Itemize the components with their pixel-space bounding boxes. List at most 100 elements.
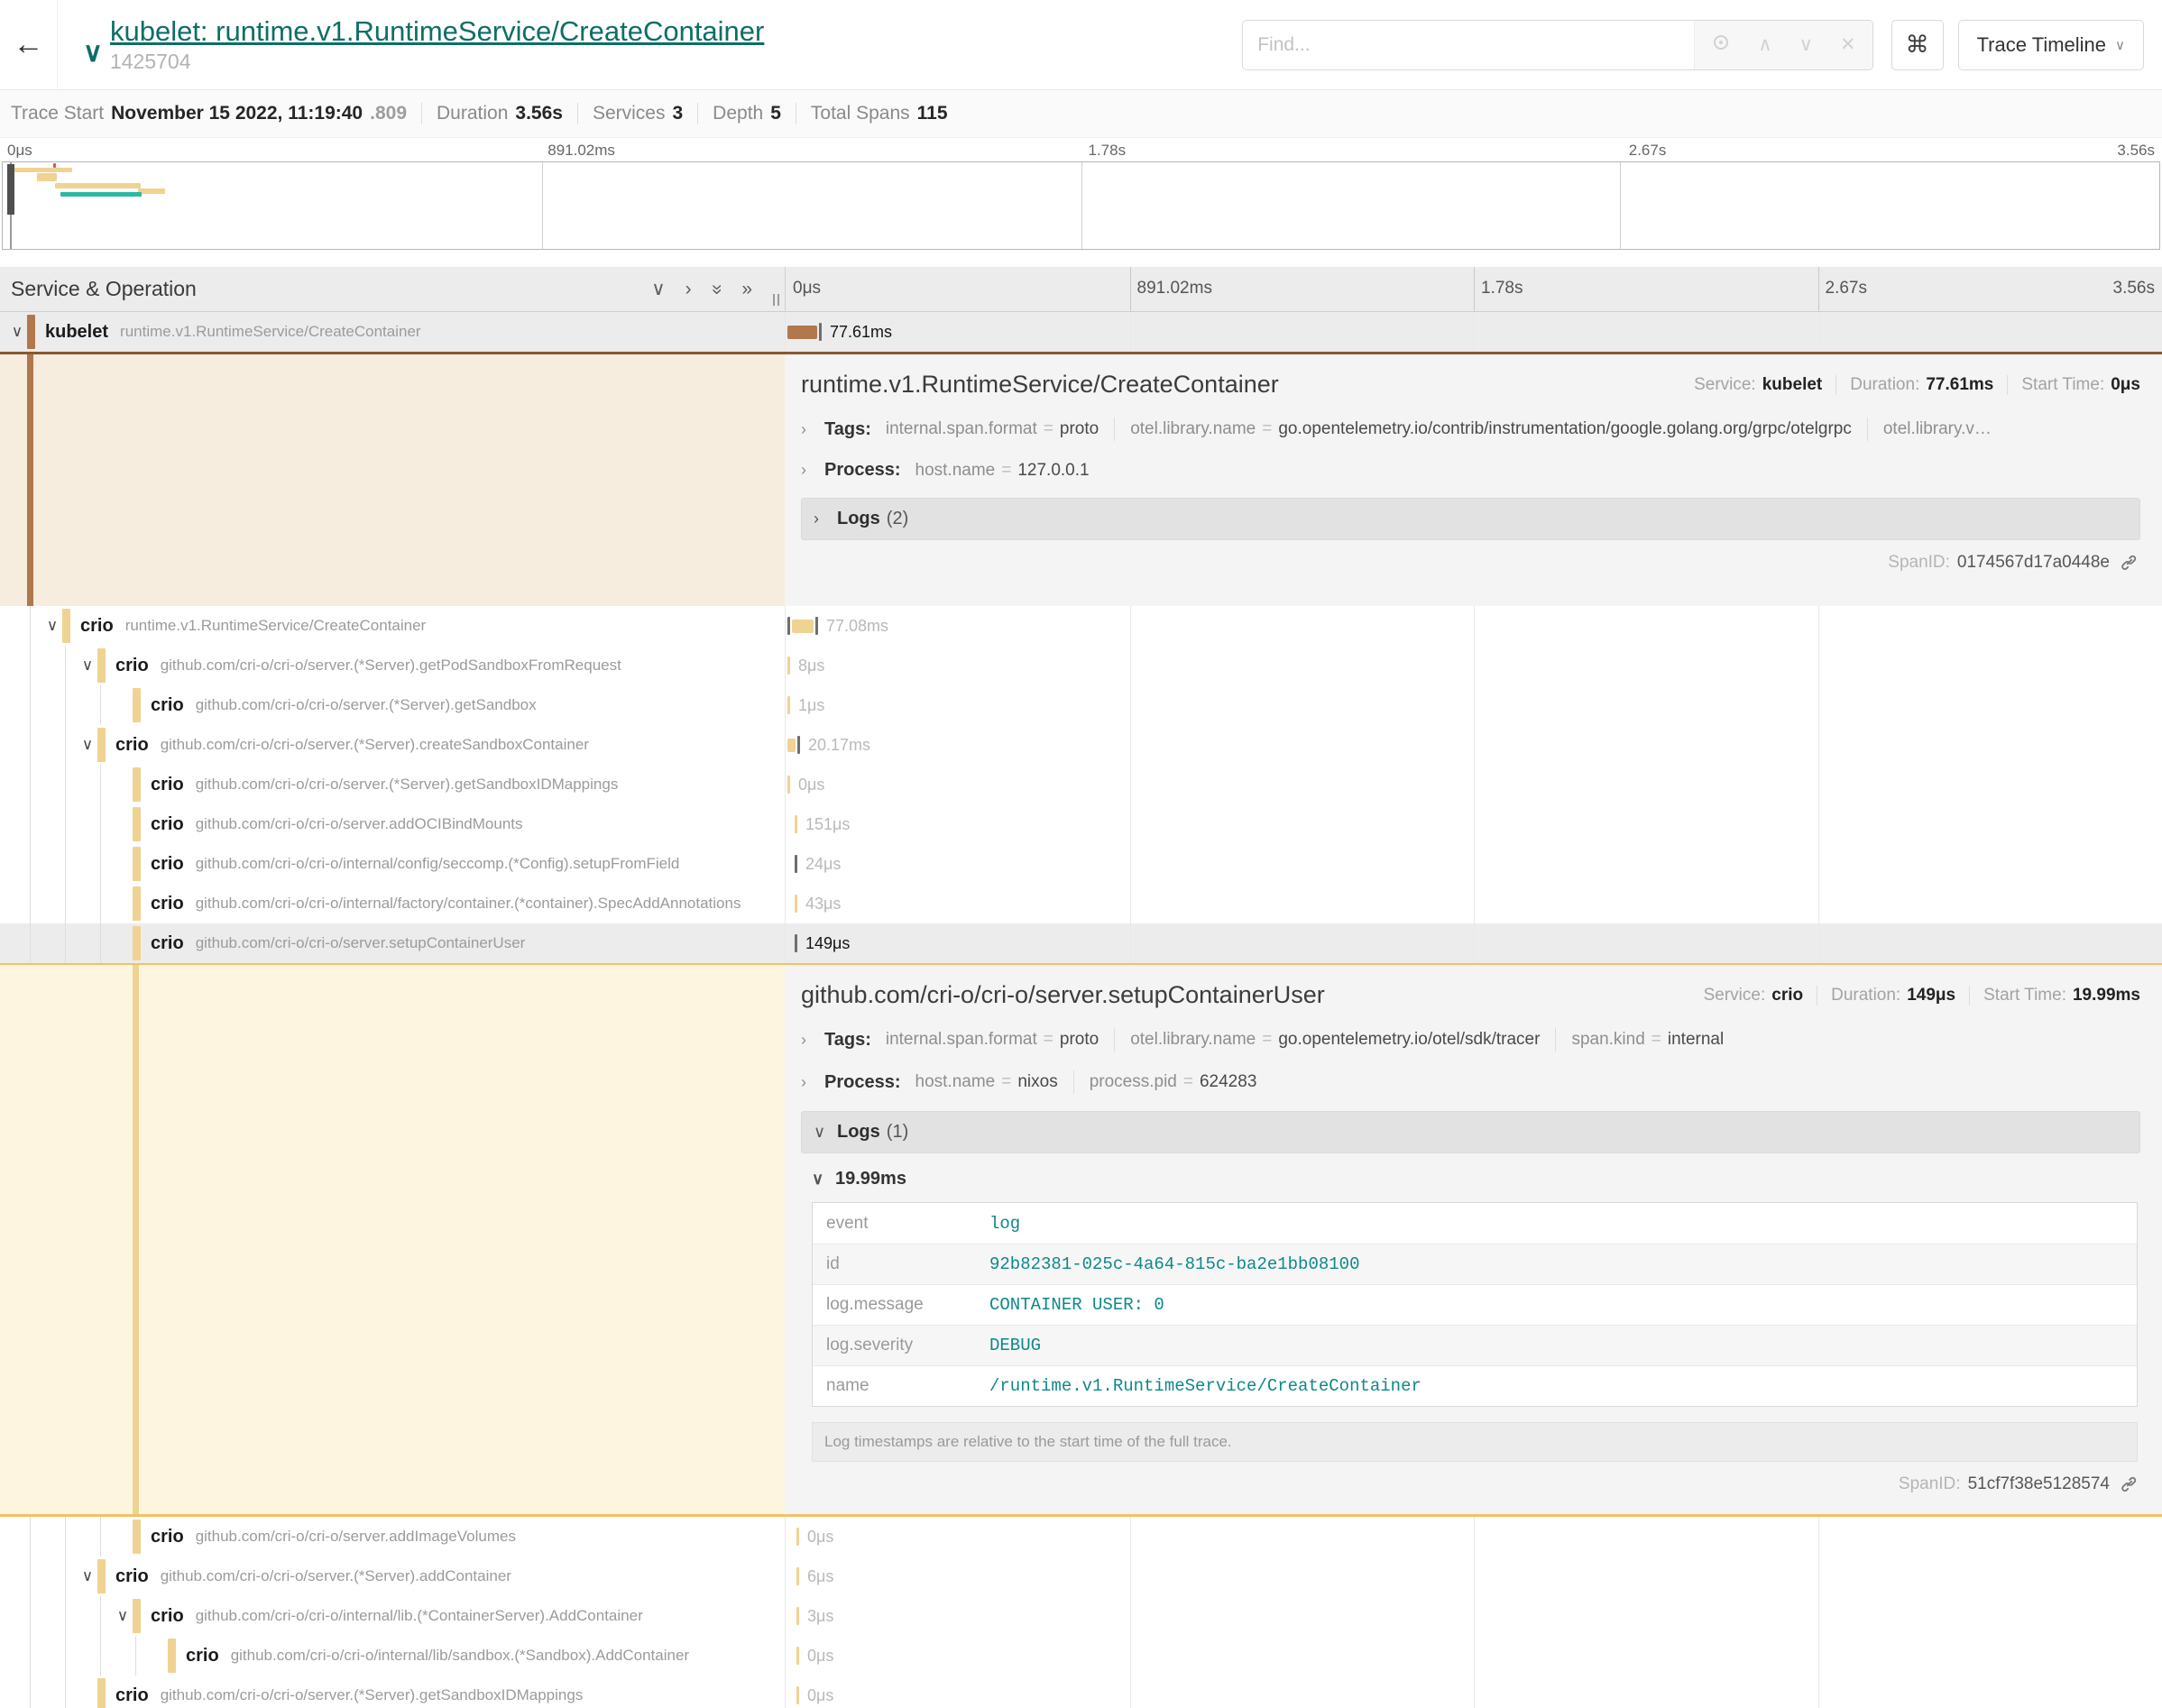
log-entry-toggle[interactable]: ∨ 19.99ms bbox=[812, 1169, 2140, 1189]
divider bbox=[1555, 1028, 1556, 1051]
minimap-gridline bbox=[1081, 162, 1082, 249]
span-row[interactable]: criogithub.com/cri-o/cri-o/server.(*Serv… bbox=[0, 765, 2162, 804]
next-result-icon[interactable]: ∨ bbox=[1799, 33, 1813, 56]
span-timeline-cell[interactable]: 20.17ms bbox=[785, 725, 2162, 765]
service-operation-header: Service & Operation ∨ › » » bbox=[0, 267, 785, 311]
trace-view-select[interactable]: Trace Timeline ∨ bbox=[1958, 20, 2144, 70]
self-time-tick bbox=[787, 617, 790, 635]
chevron-down-icon[interactable]: ∨ bbox=[78, 1567, 97, 1585]
span-row[interactable]: ∨criogithub.com/cri-o/cri-o/internal/lib… bbox=[0, 1596, 2162, 1636]
link-icon[interactable] bbox=[2119, 1474, 2139, 1494]
chevron-down-icon[interactable]: ∨ bbox=[113, 1607, 133, 1625]
span-row[interactable]: ∨criogithub.com/cri-o/cri-o/server.(*Ser… bbox=[0, 646, 2162, 685]
span-timeline-cell[interactable]: 77.61ms bbox=[785, 312, 2162, 352]
span-name-cell[interactable]: criogithub.com/cri-o/cri-o/internal/conf… bbox=[0, 844, 785, 884]
span-duration-bar bbox=[795, 855, 797, 873]
span-row[interactable]: ∨crioruntime.v1.RuntimeService/CreateCon… bbox=[0, 606, 2162, 646]
span-duration-label: 8μs bbox=[798, 657, 824, 675]
chevron-down-icon[interactable]: ∨ bbox=[78, 657, 97, 675]
indent-guide bbox=[30, 844, 31, 884]
span-timeline-cell[interactable]: 77.08ms bbox=[785, 606, 2162, 646]
tags-row[interactable]: › Tags: internal.span.format=protootel.l… bbox=[801, 1028, 2140, 1051]
expand-one-icon[interactable]: › bbox=[685, 279, 692, 300]
span-duration-bar bbox=[787, 696, 790, 714]
span-name-cell[interactable]: criogithub.com/cri-o/cri-o/internal/lib/… bbox=[0, 1636, 785, 1676]
span-row[interactable]: criogithub.com/cri-o/cri-o/server.addIma… bbox=[0, 1517, 2162, 1556]
trace-title-link[interactable]: kubelet: runtime.v1.RuntimeService/Creat… bbox=[110, 15, 764, 48]
span-row[interactable]: ∨kubeletruntime.v1.RuntimeService/Create… bbox=[0, 312, 2162, 352]
span-name-cell[interactable]: criogithub.com/cri-o/cri-o/server.addIma… bbox=[0, 1517, 785, 1556]
collapse-one-icon[interactable]: ∨ bbox=[651, 278, 665, 300]
span-row[interactable]: ∨criogithub.com/cri-o/cri-o/server.(*Ser… bbox=[0, 1556, 2162, 1596]
span-duration-bar bbox=[796, 1686, 799, 1704]
span-timeline-cell[interactable]: 6μs bbox=[785, 1556, 2162, 1596]
span-name-cell[interactable]: ∨criogithub.com/cri-o/cri-o/server.(*Ser… bbox=[0, 1556, 785, 1596]
prev-result-icon[interactable]: ∧ bbox=[1758, 33, 1771, 56]
back-arrow-icon: ← bbox=[14, 27, 44, 62]
span-timeline-cell[interactable]: 0μs bbox=[785, 1636, 2162, 1676]
logs-toggle[interactable]: ∨ Logs (1) bbox=[801, 1111, 2140, 1153]
span-timeline-cell[interactable]: 43μs bbox=[785, 884, 2162, 923]
service-color-bar bbox=[27, 315, 35, 349]
back-button[interactable]: ← bbox=[0, 0, 58, 90]
span-timeline-cell[interactable]: 8μs bbox=[785, 646, 2162, 685]
span-timeline-cell[interactable]: 1μs bbox=[785, 685, 2162, 725]
span-timeline-cell[interactable]: 0μs bbox=[785, 765, 2162, 804]
chevron-down-icon[interactable]: ∨ bbox=[78, 736, 97, 754]
process-row[interactable]: › Process: host.name=nixosprocess.pid=62… bbox=[801, 1070, 2140, 1094]
span-name-cell[interactable]: criogithub.com/cri-o/cri-o/internal/fact… bbox=[0, 884, 785, 923]
span-name-cell[interactable]: ∨criogithub.com/cri-o/cri-o/server.(*Ser… bbox=[0, 725, 785, 765]
duration-bar bbox=[795, 895, 797, 913]
collapse-all-icon[interactable]: » bbox=[705, 284, 727, 295]
span-row[interactable]: criogithub.com/cri-o/cri-o/internal/fact… bbox=[0, 884, 2162, 923]
span-name-cell[interactable]: criogithub.com/cri-o/cri-o/server.addOCI… bbox=[0, 804, 785, 844]
span-name-cell[interactable]: criogithub.com/cri-o/cri-o/server.(*Serv… bbox=[0, 765, 785, 804]
span-timeline-cell[interactable]: 24μs bbox=[785, 844, 2162, 884]
span-timeline-cell[interactable]: 151μs bbox=[785, 804, 2162, 844]
link-icon[interactable] bbox=[2119, 553, 2139, 573]
focus-target-icon[interactable] bbox=[1711, 32, 1731, 58]
logs-toggle[interactable]: › Logs (2) bbox=[801, 498, 2140, 540]
span-name-cell[interactable]: ∨criogithub.com/cri-o/cri-o/internal/lib… bbox=[0, 1596, 785, 1636]
total-spans-value: 115 bbox=[917, 103, 948, 124]
expand-all-icon[interactable]: » bbox=[741, 279, 752, 300]
span-timeline-cell[interactable]: 0μs bbox=[785, 1676, 2162, 1708]
chevron-down-icon[interactable]: ∨ bbox=[42, 617, 62, 635]
span-name-cell[interactable]: criogithub.com/cri-o/cri-o/server.setupC… bbox=[0, 923, 785, 963]
span-name-cell[interactable]: ∨crioruntime.v1.RuntimeService/CreateCon… bbox=[0, 606, 785, 646]
trace-collapse-chevron-icon[interactable]: ∨ bbox=[83, 37, 103, 69]
span-duration-bar bbox=[787, 657, 790, 675]
clear-search-icon[interactable]: ✕ bbox=[1840, 33, 1856, 56]
span-name-cell[interactable]: ∨criogithub.com/cri-o/cri-o/server.(*Ser… bbox=[0, 646, 785, 685]
service-operation-title: Service & Operation bbox=[11, 277, 197, 301]
span-name-cell[interactable]: criogithub.com/cri-o/cri-o/server.(*Serv… bbox=[0, 1676, 785, 1708]
span-row[interactable]: criogithub.com/cri-o/cri-o/internal/lib/… bbox=[0, 1636, 2162, 1676]
equals-sign: = bbox=[1001, 461, 1011, 481]
minimap-canvas[interactable] bbox=[2, 161, 2160, 250]
chevron-down-icon[interactable]: ∨ bbox=[7, 323, 27, 341]
span-timeline-cell[interactable]: 3μs bbox=[785, 1596, 2162, 1636]
timeline-gridline bbox=[1474, 606, 1475, 646]
tags-row[interactable]: › Tags: internal.span.format=protootel.l… bbox=[801, 418, 2140, 441]
span-name-cell[interactable]: ∨kubeletruntime.v1.RuntimeService/Create… bbox=[0, 312, 785, 352]
find-input[interactable] bbox=[1243, 21, 1694, 69]
depth-value: 5 bbox=[770, 103, 781, 124]
span-row[interactable]: criogithub.com/cri-o/cri-o/server.setupC… bbox=[0, 923, 2162, 963]
span-row[interactable]: criogithub.com/cri-o/cri-o/server.(*Serv… bbox=[0, 685, 2162, 725]
span-row[interactable]: criogithub.com/cri-o/cri-o/server.(*Serv… bbox=[0, 1676, 2162, 1708]
span-timeline-cell[interactable]: 0μs bbox=[785, 1517, 2162, 1556]
duration-bar bbox=[796, 1528, 799, 1546]
span-timeline-cell[interactable]: 149μs bbox=[785, 923, 2162, 963]
span-name-cell[interactable]: criogithub.com/cri-o/cri-o/server.(*Serv… bbox=[0, 685, 785, 725]
indent-guide bbox=[30, 1636, 31, 1676]
detail-meta: Service:kubelet Duration:77.61ms Start T… bbox=[1694, 375, 2140, 395]
duration-value: 3.56s bbox=[515, 103, 563, 124]
minimap-scrubber-handle[interactable] bbox=[7, 164, 14, 215]
span-row[interactable]: criogithub.com/cri-o/cri-o/server.addOCI… bbox=[0, 804, 2162, 844]
keyboard-shortcuts-button[interactable]: ⌘ bbox=[1891, 20, 1944, 70]
column-resize-handle[interactable] bbox=[773, 294, 779, 306]
span-row[interactable]: ∨criogithub.com/cri-o/cri-o/server.(*Ser… bbox=[0, 725, 2162, 765]
tree-controls: ∨ › » » bbox=[651, 278, 752, 300]
process-row[interactable]: › Process: host.name=127.0.0.1 bbox=[801, 460, 2140, 481]
span-row[interactable]: criogithub.com/cri-o/cri-o/internal/conf… bbox=[0, 844, 2162, 884]
